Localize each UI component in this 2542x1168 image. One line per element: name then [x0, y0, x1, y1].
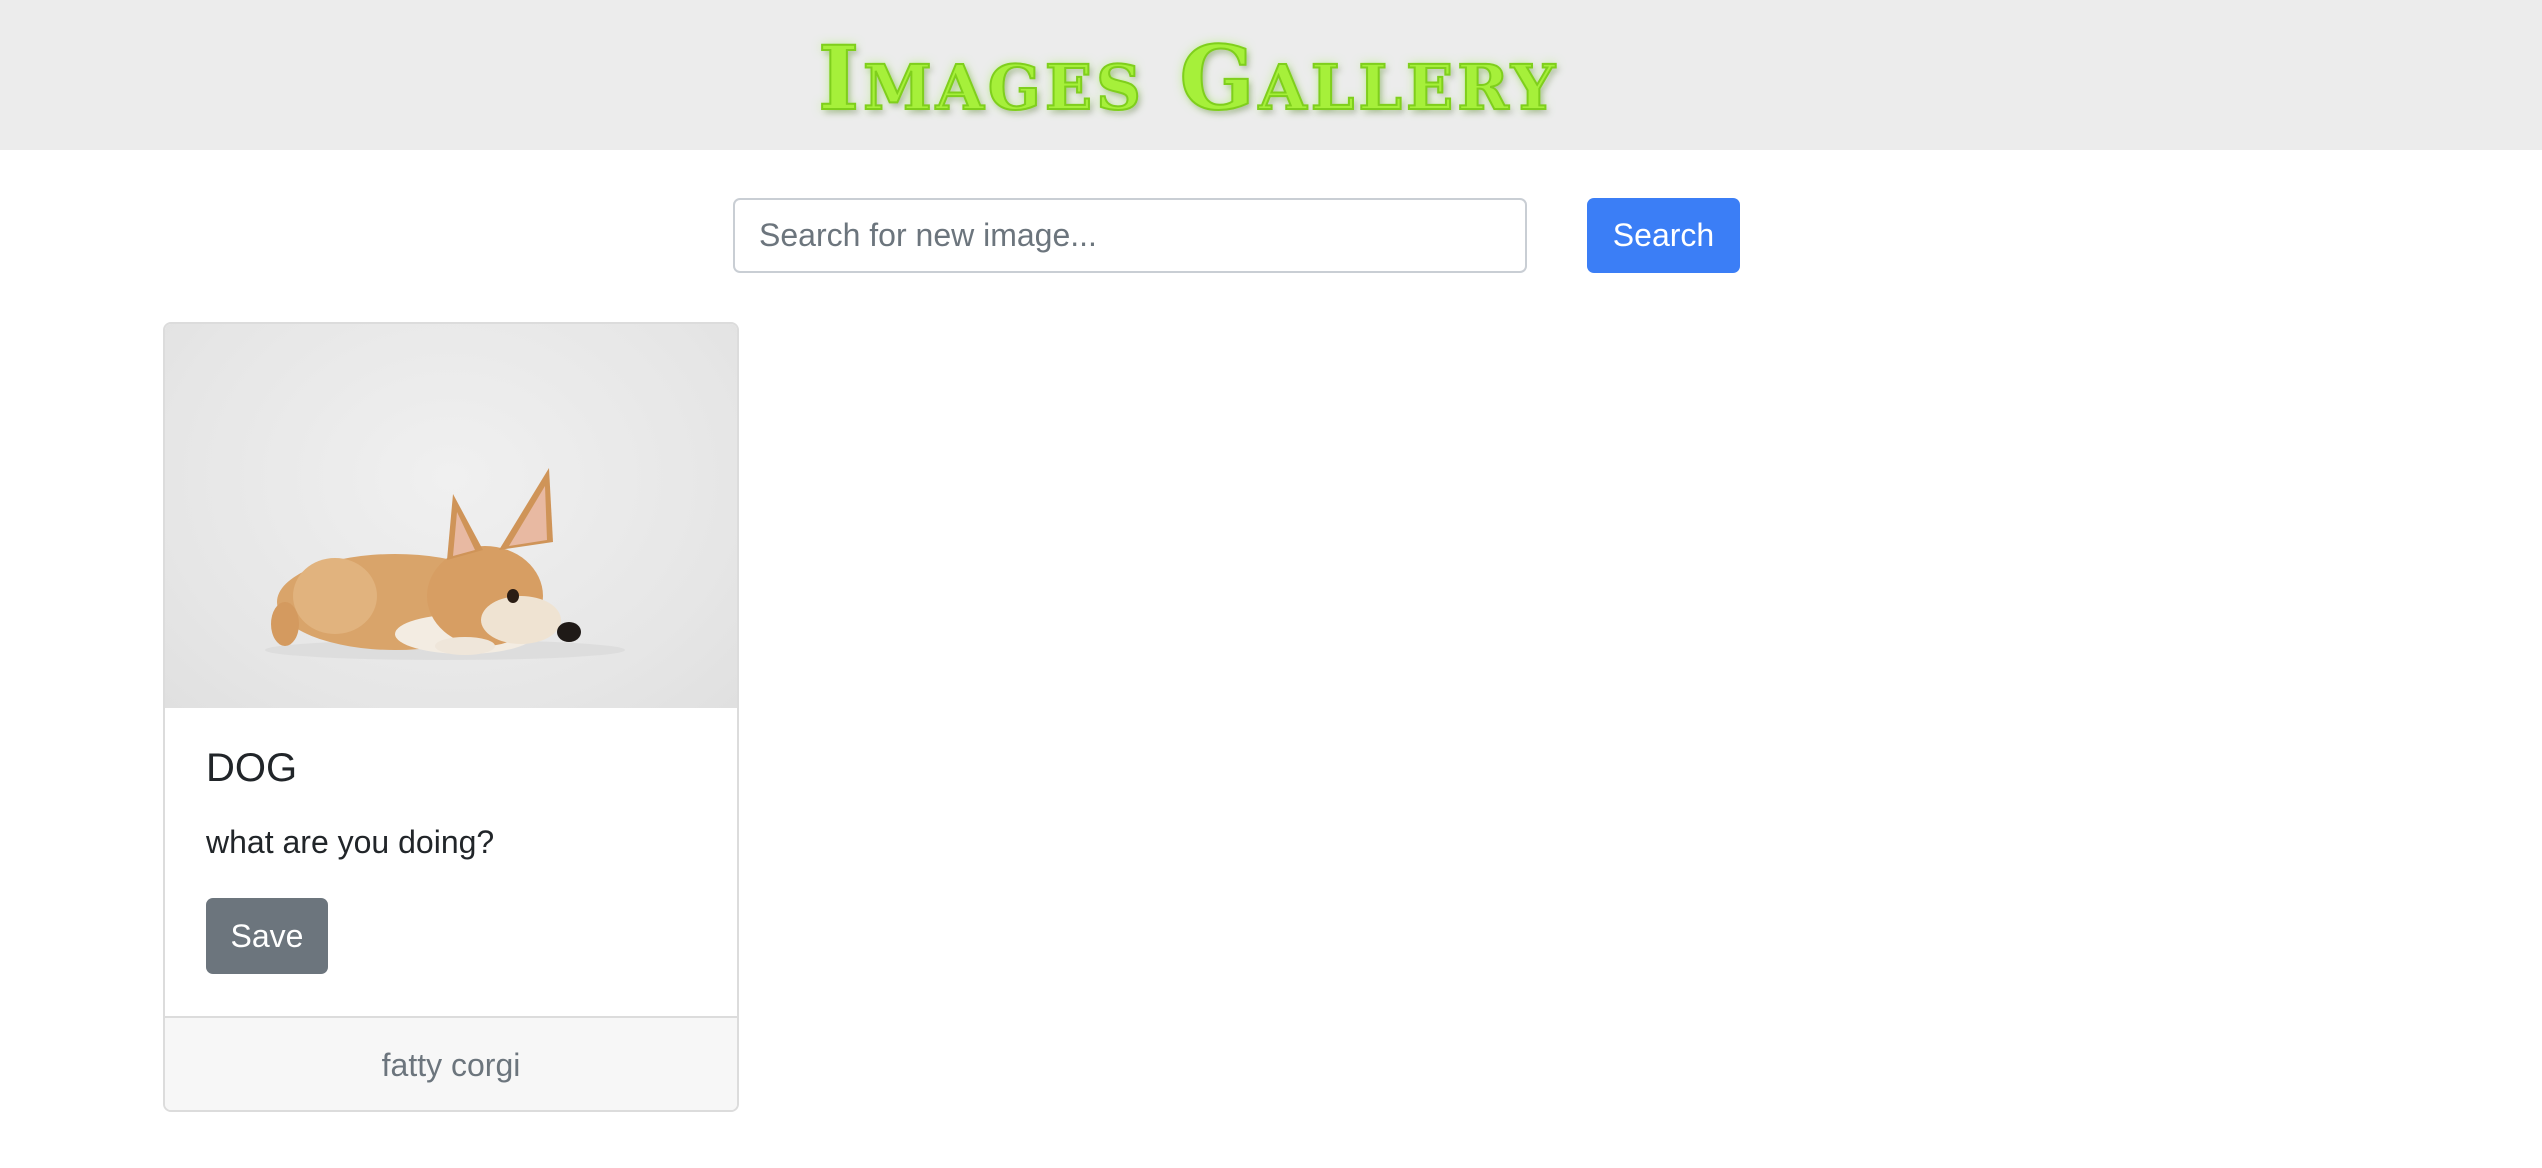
corgi-image-icon [265, 468, 625, 660]
card-title: DOG [206, 746, 298, 790]
image-card: DOG what are you doing? Save fatty corgi [163, 322, 739, 1112]
search-input[interactable] [733, 198, 1527, 273]
save-button[interactable]: Save [206, 898, 328, 974]
card-footer: fatty corgi [165, 1016, 737, 1110]
app-logo: Images Gallery [817, 26, 1560, 130]
card-image [165, 324, 737, 708]
navbar: Images Gallery [0, 0, 2542, 150]
card-description: what are you doing? [206, 824, 495, 860]
search-button[interactable]: Search [1587, 198, 1740, 273]
